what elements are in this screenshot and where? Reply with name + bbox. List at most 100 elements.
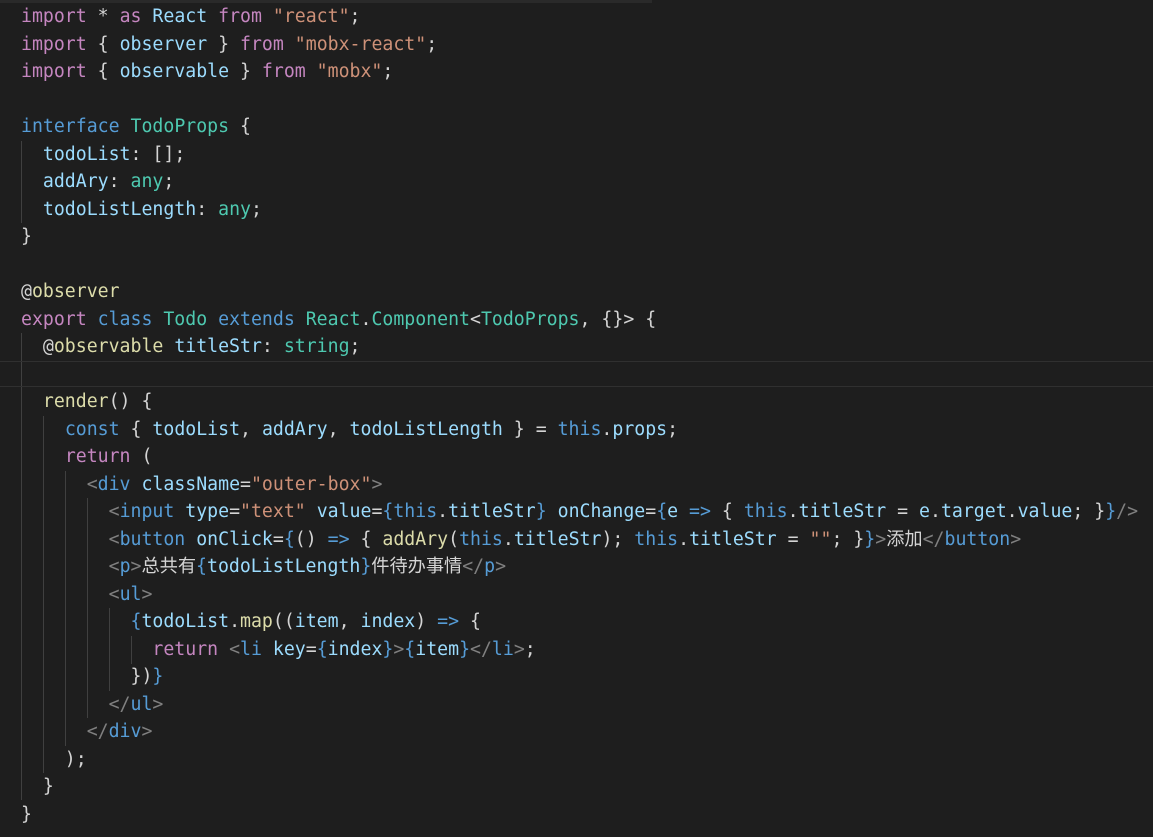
code-token: observer — [31, 281, 120, 302]
code-token: => — [327, 528, 350, 550]
code-token: titleStr — [689, 528, 777, 550]
code-line[interactable]: } — [21, 773, 1138, 801]
code-lines[interactable]: import * as React from "react"; import { … — [0, 3, 1153, 829]
code-token: > — [393, 638, 405, 660]
code-token: p — [119, 556, 131, 577]
code-line[interactable]: addAry: any; — [21, 168, 1138, 196]
code-token: key — [272, 638, 306, 660]
code-token: = — [305, 638, 317, 660]
code-token: </ — [108, 693, 131, 715]
code-token: = — [645, 501, 657, 522]
code-token: Component — [371, 308, 470, 330]
code-token: titleStr — [513, 528, 602, 550]
code-line[interactable]: @observer — [21, 278, 1138, 306]
code-line[interactable] — [21, 251, 1138, 279]
code-line[interactable]: import { observable } from "mobx"; — [21, 58, 1138, 86]
code-token: todoList — [152, 418, 241, 440]
code-token: "outer-box" — [250, 473, 372, 495]
code-token: } — [535, 501, 547, 522]
code-line[interactable]: interface TodoProps { — [21, 113, 1138, 141]
code-token: item — [415, 638, 460, 660]
code-token: "" — [809, 528, 832, 550]
code-token: button — [944, 528, 1011, 550]
code-token: as — [119, 6, 142, 27]
code-token: ; — [524, 638, 536, 660]
code-line[interactable]: </ul> — [21, 691, 1138, 719]
code-line[interactable]: {todoList.map((item, index) => { — [21, 608, 1138, 636]
code-token: this — [634, 528, 679, 550]
code-token: = — [886, 501, 920, 522]
code-line[interactable]: } — [21, 223, 1138, 251]
code-token: : — [261, 336, 284, 357]
code-line[interactable]: <div className="outer-box"> — [21, 471, 1138, 499]
code-line[interactable]: @observable titleStr: string; — [21, 333, 1138, 361]
code-token: "text" — [240, 501, 306, 522]
code-line[interactable]: import * as React from "react"; — [21, 3, 1138, 31]
code-token: string — [283, 336, 350, 357]
code-line[interactable]: <button onClick={() => { addAry(this.tit… — [21, 526, 1138, 554]
code-token: ; — [382, 61, 394, 82]
code-token: . — [502, 528, 514, 550]
code-line[interactable]: todoListLength: any; — [21, 196, 1138, 224]
code-token: ( — [130, 446, 153, 467]
code-token: any — [130, 171, 164, 192]
code-line[interactable]: <ul> — [21, 581, 1138, 609]
code-line[interactable]: todoList: []; — [21, 141, 1138, 169]
code-token: this — [557, 418, 602, 440]
code-token: const — [64, 418, 120, 440]
code-token: : — [108, 171, 131, 192]
code-line[interactable]: </div> — [21, 718, 1138, 746]
code-line[interactable] — [0, 360, 1153, 389]
code-line[interactable]: const { todoList, addAry, todoListLength… — [21, 416, 1138, 444]
code-token: = — [240, 473, 251, 495]
code-token: > — [875, 528, 887, 550]
code-token: 件待办事情 — [371, 556, 463, 577]
code-token: input — [119, 501, 175, 522]
code-editor[interactable]: import * as React from "react"; import { … — [0, 0, 1153, 837]
code-token: < — [229, 638, 241, 660]
code-line[interactable]: return ( — [21, 443, 1138, 471]
code-token: (( — [272, 611, 295, 632]
code-token: TodoProps — [480, 308, 580, 330]
code-token: . — [360, 308, 372, 330]
code-token: . — [787, 501, 799, 522]
code-token: any — [218, 198, 251, 220]
code-token: => — [437, 611, 460, 632]
code-token: . — [229, 611, 241, 632]
code-line[interactable]: ); — [21, 746, 1138, 774]
code-token: { — [710, 501, 744, 522]
code-line[interactable]: return <li key={index}>{item}</li>; — [21, 636, 1138, 664]
code-token: "mobx" — [305, 61, 383, 82]
code-token: map — [240, 611, 273, 632]
code-line[interactable]: } — [21, 801, 1138, 829]
code-line[interactable]: render() { — [21, 388, 1138, 416]
code-token: value — [316, 501, 372, 522]
code-token: import — [21, 6, 87, 27]
code-line[interactable] — [21, 86, 1138, 114]
code-token: ; — [349, 6, 361, 27]
code-token: from — [218, 6, 262, 27]
code-line[interactable]: import { observer } from "mobx-react"; — [21, 31, 1138, 59]
code-token: { — [316, 638, 328, 660]
code-token: ul — [119, 583, 142, 605]
code-line[interactable]: export class Todo extends React.Componen… — [21, 306, 1138, 334]
code-token: } — [1105, 501, 1117, 522]
code-token: return — [152, 638, 219, 660]
code-line[interactable]: <p>总共有{todoListLength}件待办事情</p> — [21, 553, 1138, 581]
code-token: </ — [86, 721, 109, 742]
code-line[interactable]: })} — [21, 663, 1138, 691]
code-token: = — [776, 528, 810, 550]
code-line[interactable]: <input type="text" value={this.titleStr}… — [21, 498, 1138, 526]
code-token: = — [272, 528, 284, 550]
code-token: extends — [218, 308, 295, 330]
